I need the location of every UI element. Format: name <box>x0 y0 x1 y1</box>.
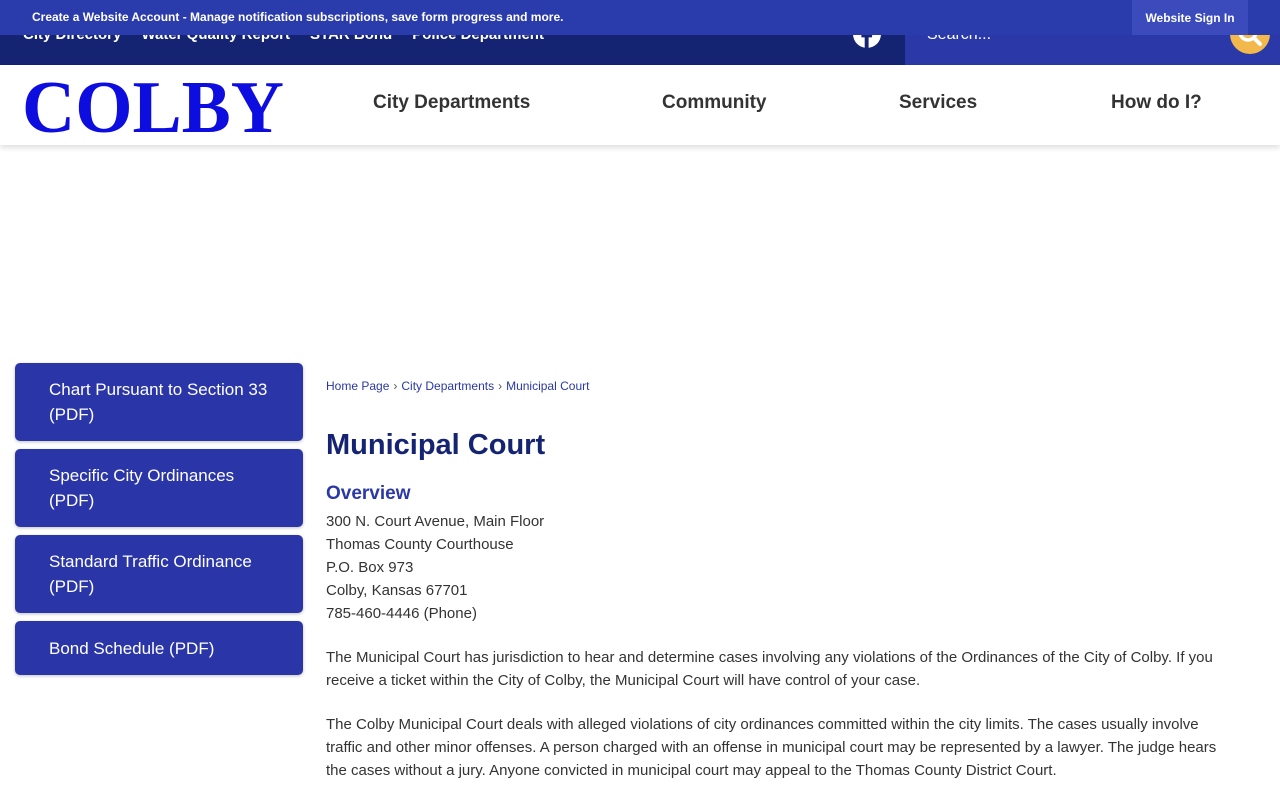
nav-how-do-i[interactable]: How do I? <box>1111 92 1202 114</box>
page-title: Municipal Court <box>326 429 546 461</box>
nav-community[interactable]: Community <box>662 92 767 114</box>
content-paragraph: The Colby Municipal Court deals with all… <box>326 716 1217 779</box>
main-content: Home Page › City Departments › Municipal… <box>326 378 1236 782</box>
court-address: 300 N. Court Avenue, Main Floor Thomas C… <box>326 510 1236 625</box>
account-notification-bar: Create a Website Account - Manage notifi… <box>0 0 1280 35</box>
breadcrumb-municipal-court[interactable]: Municipal Court <box>506 379 589 393</box>
sidebar-item-bond-schedule[interactable]: Bond Schedule (PDF) <box>15 621 303 675</box>
sidebar-quick-links: Chart Pursuant to Section 33 (PDF) Speci… <box>15 363 303 683</box>
address-line: 300 N. Court Avenue, Main Floor <box>326 513 545 530</box>
nav-services[interactable]: Services <box>899 92 977 114</box>
sidebar-item-standard-traffic-ordinance[interactable]: Standard Traffic Ordinance (PDF) <box>15 535 303 613</box>
website-sign-in-button[interactable]: Website Sign In <box>1132 0 1248 35</box>
sidebar-item-specific-ordinances[interactable]: Specific City Ordinances (PDF) <box>15 449 303 527</box>
content-paragraph: The Municipal Court has jurisdiction to … <box>326 649 1213 689</box>
breadcrumb-separator: › <box>393 379 398 393</box>
breadcrumb: Home Page › City Departments › Municipal… <box>326 378 1236 394</box>
nav-city-departments[interactable]: City Departments <box>373 92 530 114</box>
address-line: Thomas County Courthouse <box>326 536 514 553</box>
sidebar-item-chart-pursuant[interactable]: Chart Pursuant to Section 33 (PDF) <box>15 363 303 441</box>
address-line: Colby, Kansas 67701 <box>326 582 468 599</box>
breadcrumb-home[interactable]: Home Page <box>326 379 389 393</box>
site-header: COLBY City Departments Community Service… <box>0 65 1280 145</box>
address-line: P.O. Box 973 <box>326 559 414 576</box>
account-notification-text[interactable]: Create a Website Account - Manage notifi… <box>32 10 563 24</box>
address-phone: 785-460-4446 (Phone) <box>326 605 477 622</box>
main-navigation: City Departments Community Services How … <box>0 65 1280 145</box>
section-title-overview: Overview <box>326 483 411 504</box>
breadcrumb-separator: › <box>498 379 503 393</box>
breadcrumb-city-departments[interactable]: City Departments <box>401 379 494 393</box>
